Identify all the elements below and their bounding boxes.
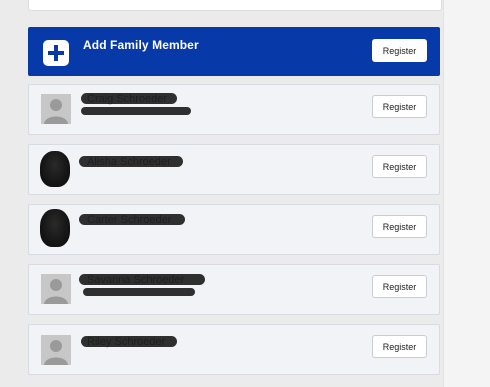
plus-icon[interactable]: [43, 40, 69, 66]
redaction-mark: [83, 288, 195, 296]
member-card: Craig Schroeder Register: [28, 84, 440, 135]
member-card: Riley Schroeder Register: [28, 324, 440, 375]
member-register-button[interactable]: Register: [372, 215, 427, 238]
member-photo: [40, 209, 70, 247]
member-register-button[interactable]: Register: [372, 275, 427, 298]
member-name: Riley Schroeder: [87, 336, 166, 348]
member-name: Alisha Schroeder: [87, 156, 171, 168]
add-family-member-label: Add Family Member: [83, 38, 199, 52]
member-register-button[interactable]: Register: [372, 155, 427, 178]
member-register-button[interactable]: Register: [372, 95, 427, 118]
member-card: Alisha Schroeder Register: [28, 144, 440, 195]
add-family-member-card[interactable]: Add Family Member Register: [28, 27, 440, 76]
family-members-page: Add Family Member Register Craig Schroed…: [0, 0, 490, 387]
member-name: Savanna Schroeder: [87, 274, 185, 286]
previous-card: [28, 0, 442, 11]
right-panel: [443, 0, 490, 387]
member-name: Craig Schroeder: [87, 93, 168, 105]
member-register-button[interactable]: Register: [372, 335, 427, 358]
add-family-member-register-button[interactable]: Register: [372, 39, 427, 62]
person-placeholder-icon: [41, 94, 71, 124]
redaction-mark: [81, 107, 191, 115]
person-placeholder-icon: [41, 274, 71, 304]
member-photo: [40, 151, 70, 187]
member-card: Savanna Schroeder Register: [28, 264, 440, 315]
person-placeholder-icon: [41, 335, 71, 365]
member-card: Carter Schroeder Register: [28, 204, 440, 255]
member-name: Carter Schroeder: [87, 214, 172, 226]
